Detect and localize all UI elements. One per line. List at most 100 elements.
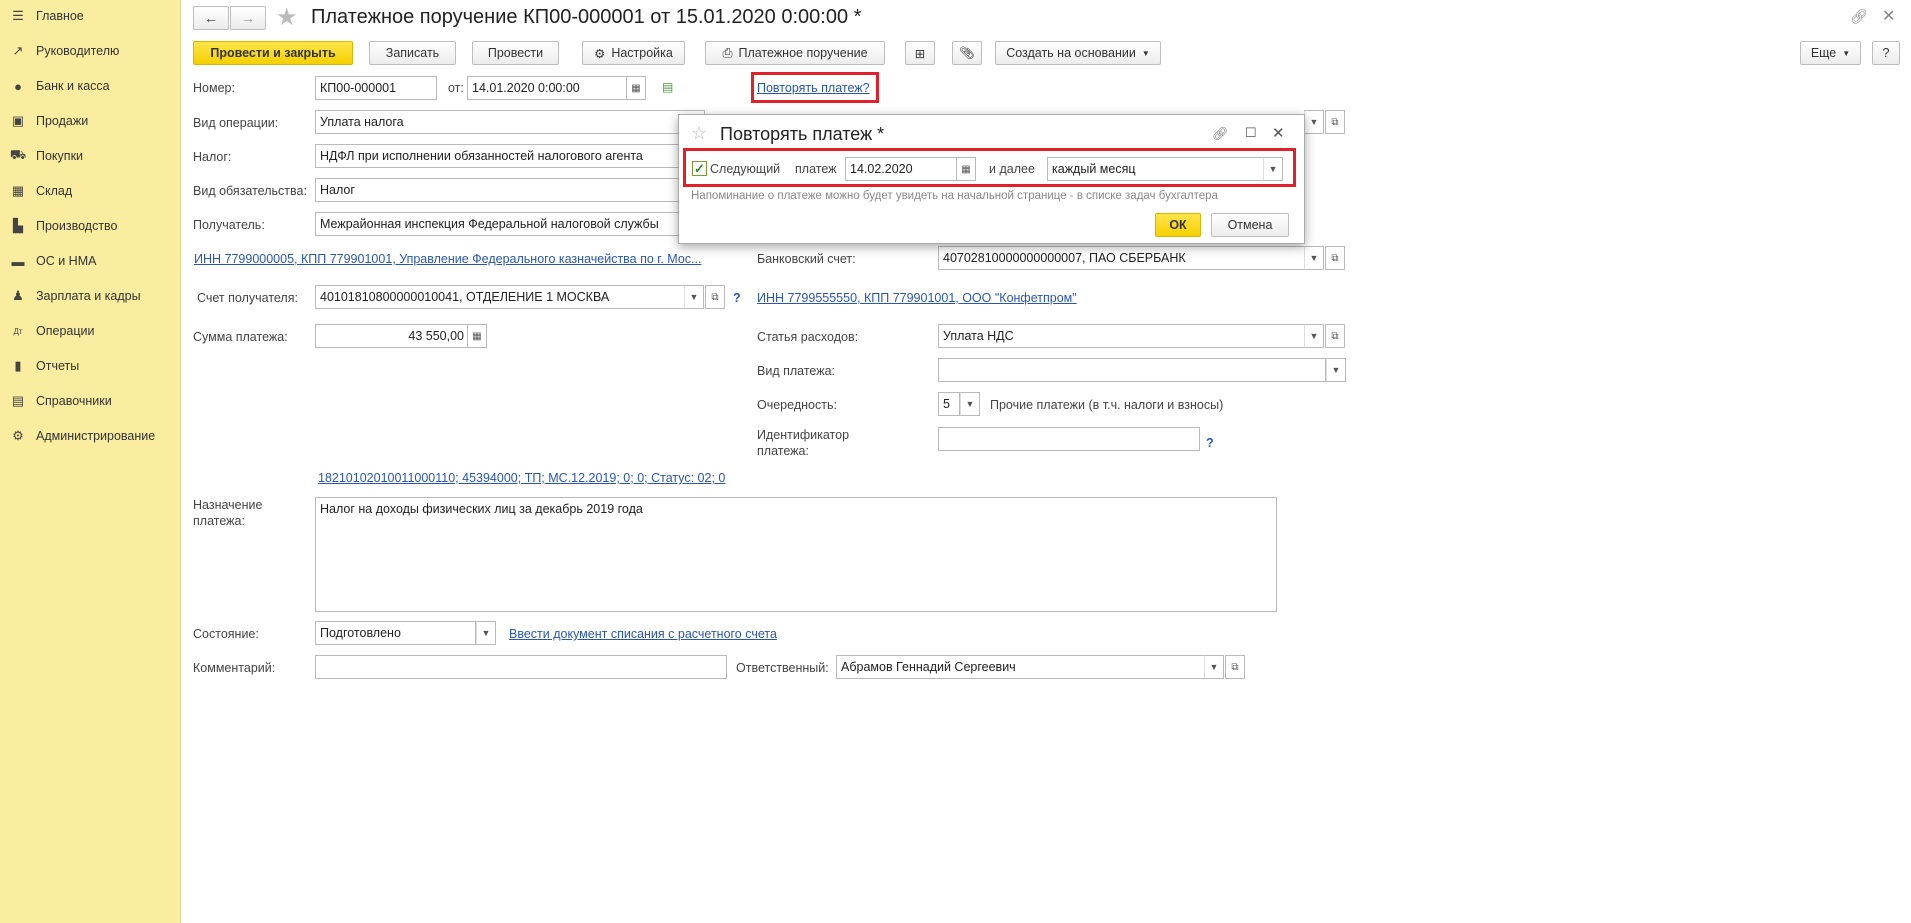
responsible-dropdown[interactable]: ▼ [1204,655,1224,679]
state-label: Состояние: [193,627,259,641]
maximize-icon[interactable]: ☐ [1245,125,1257,141]
purpose-textarea[interactable]: Налог на доходы физических лиц за декабр… [315,497,1277,612]
recipient-field[interactable]: Межрайонная инспекция Федеральной налого… [315,212,705,236]
back-button[interactable]: ← [193,6,229,30]
sidebar-item-admin[interactable]: ⚙ Администрирование [10,425,155,447]
create-based-label: Создать на основании [1006,46,1136,60]
calculator-button[interactable]: ▦ [467,324,487,348]
recipient-account-field[interactable]: 40101810800000010041, ОТДЕЛЕНИЕ 1 МОСКВА [315,285,685,309]
post-and-close-button[interactable]: Провести и закрыть [193,41,353,65]
sidebar-item-label: ОС и НМА [36,254,97,268]
bank-account-dropdown[interactable]: ▼ [1304,246,1324,270]
sidebar-item-label: Отчеты [36,359,80,373]
save-button[interactable]: Записать [369,41,456,65]
bank-account-open[interactable]: ⧉ [1325,246,1345,270]
sidebar: ☰ Главное ↗ Руководителю ● Банк и касса … [0,0,181,923]
comment-field[interactable] [315,655,727,679]
priority-dropdown[interactable]: ▼ [960,392,980,416]
expense-open[interactable]: ⧉ [1325,324,1345,348]
sidebar-item-warehouse[interactable]: ▦ Склад [10,180,72,202]
grid-icon: ▦ [11,183,25,198]
print-payment-order-button[interactable]: ⎙ Платежное поручение [705,41,885,65]
operation-label: Вид операции: [193,116,279,130]
sidebar-item-label: Склад [36,184,73,198]
gear-icon: ⚙ [12,428,24,443]
recipient-inn-link[interactable]: ИНН 7799000005, КПП 779901001, Управлени… [194,252,701,266]
responsible-field[interactable]: Абрамов Геннадий Сергеевич [836,655,1205,679]
chevron-down-icon: ▼ [965,399,975,409]
payer-inn-link[interactable]: ИНН 7799555550, КПП 779901001, ООО "Конф… [757,291,1077,305]
date-field[interactable]: 14.01.2020 0:00:00 [467,76,627,100]
recipient-account-open[interactable]: ⧉ [705,285,725,309]
post-status-icon[interactable]: ▤ [662,80,673,94]
sidebar-item-purchases[interactable]: ⛟ Покупки [10,145,83,167]
forward-button[interactable]: → [230,6,266,30]
highlight-frame [751,72,879,103]
favorite-star-icon[interactable]: ☆ [691,123,707,144]
sidebar-item-sales[interactable]: ▣ Продажи [10,110,88,132]
help-icon[interactable]: ? [1206,436,1214,450]
more-button[interactable]: Еще ▼ [1800,41,1861,65]
hidden-field-dropdown[interactable]: ▼ [1304,110,1324,134]
amount-label: Сумма платежа: [193,330,288,344]
payment-type-dropdown[interactable]: ▼ [1326,358,1346,382]
close-icon[interactable]: ✕ [1882,6,1895,26]
sidebar-item-salary[interactable]: ♟ Зарплата и кадры [10,285,140,307]
post-button[interactable]: Провести [472,41,559,65]
more-label: Еще [1810,46,1837,60]
sidebar-item-bank[interactable]: ● Банк и касса [10,75,110,97]
operation-field[interactable]: Уплата налога [315,110,705,134]
obligation-field[interactable]: Налог [315,178,705,202]
expense-label: Статья расходов: [757,330,859,344]
create-based-on-button[interactable]: Создать на основании ▼ [995,41,1161,65]
bank-account-field[interactable]: 40702810000000000007, ПАО СБЕРБАНК [938,246,1305,270]
person-icon: ♟ [12,288,24,303]
ok-button[interactable]: ОК [1155,213,1201,237]
sidebar-item-main[interactable]: ☰ Главное [10,5,84,27]
comment-label: Комментарий: [193,661,276,675]
structure-button[interactable]: ⊞ [905,41,935,65]
state-field[interactable]: Подготовлено [315,621,476,645]
calendar-button[interactable]: ▦ [626,76,646,100]
amount-field[interactable]: 43 550,00 [315,324,487,348]
print-label: Платежное поручение [738,46,868,60]
book-icon: ▤ [11,393,25,408]
cancel-button[interactable]: Отмена [1211,213,1289,237]
calculator-icon: ▦ [472,330,482,342]
link-icon[interactable]: 🔗︎ [1212,126,1229,142]
identifier-field[interactable] [938,427,1200,451]
enter-doc-link[interactable]: Ввести документ списания с расчетного сч… [509,627,777,641]
hidden-field-open[interactable]: ⧉ [1325,110,1345,134]
recipient-account-dropdown[interactable]: ▼ [684,285,704,309]
responsible-open[interactable]: ⧉ [1225,655,1245,679]
sidebar-item-operations[interactable]: Дт Операции [10,320,94,342]
chevron-down-icon: ▼ [689,292,699,302]
structure-icon: ⊞ [914,46,926,61]
sidebar-item-assets[interactable]: ▬ ОС и НМА [10,250,97,272]
expense-dropdown[interactable]: ▼ [1304,324,1324,348]
state-dropdown[interactable]: ▼ [476,621,496,645]
link-icon[interactable]: 🔗︎ [1850,8,1868,25]
sidebar-item-production[interactable]: ▙ Производство [10,215,118,237]
sidebar-item-label: Администрирование [36,429,156,443]
help-icon[interactable]: ? [733,291,741,305]
sidebar-item-reports[interactable]: ▮ Отчеты [10,355,79,377]
sidebar-item-director[interactable]: ↗ Руководителю [10,40,120,62]
chevron-down-icon: ▼ [481,628,491,638]
tax-field[interactable]: НДФЛ при исполнении обязанностей налогов… [315,144,705,168]
kbk-link[interactable]: 18210102010011000110; 45394000; ТП; МС.1… [318,471,725,485]
chevron-down-icon: ▼ [1309,331,1319,341]
payment-type-field[interactable] [938,358,1326,382]
priority-note: Прочие платежи (в т.ч. налоги и взносы) [990,398,1224,412]
sidebar-item-catalogs[interactable]: ▤ Справочники [10,390,112,412]
sidebar-item-label: Главное [36,9,84,23]
number-field[interactable]: КП00-000001 [315,76,437,100]
favorite-star-icon[interactable]: ★ [276,3,298,32]
priority-field[interactable]: 5 [938,392,960,416]
close-icon[interactable]: ✕ [1272,124,1285,142]
attach-button[interactable]: 📎︎ [952,41,982,65]
help-button[interactable]: ? [1872,41,1900,65]
chevron-down-icon: ▼ [1141,48,1150,58]
settings-button[interactable]: ⚙ Настройка [582,41,685,65]
expense-field[interactable]: Уплата НДС [938,324,1305,348]
